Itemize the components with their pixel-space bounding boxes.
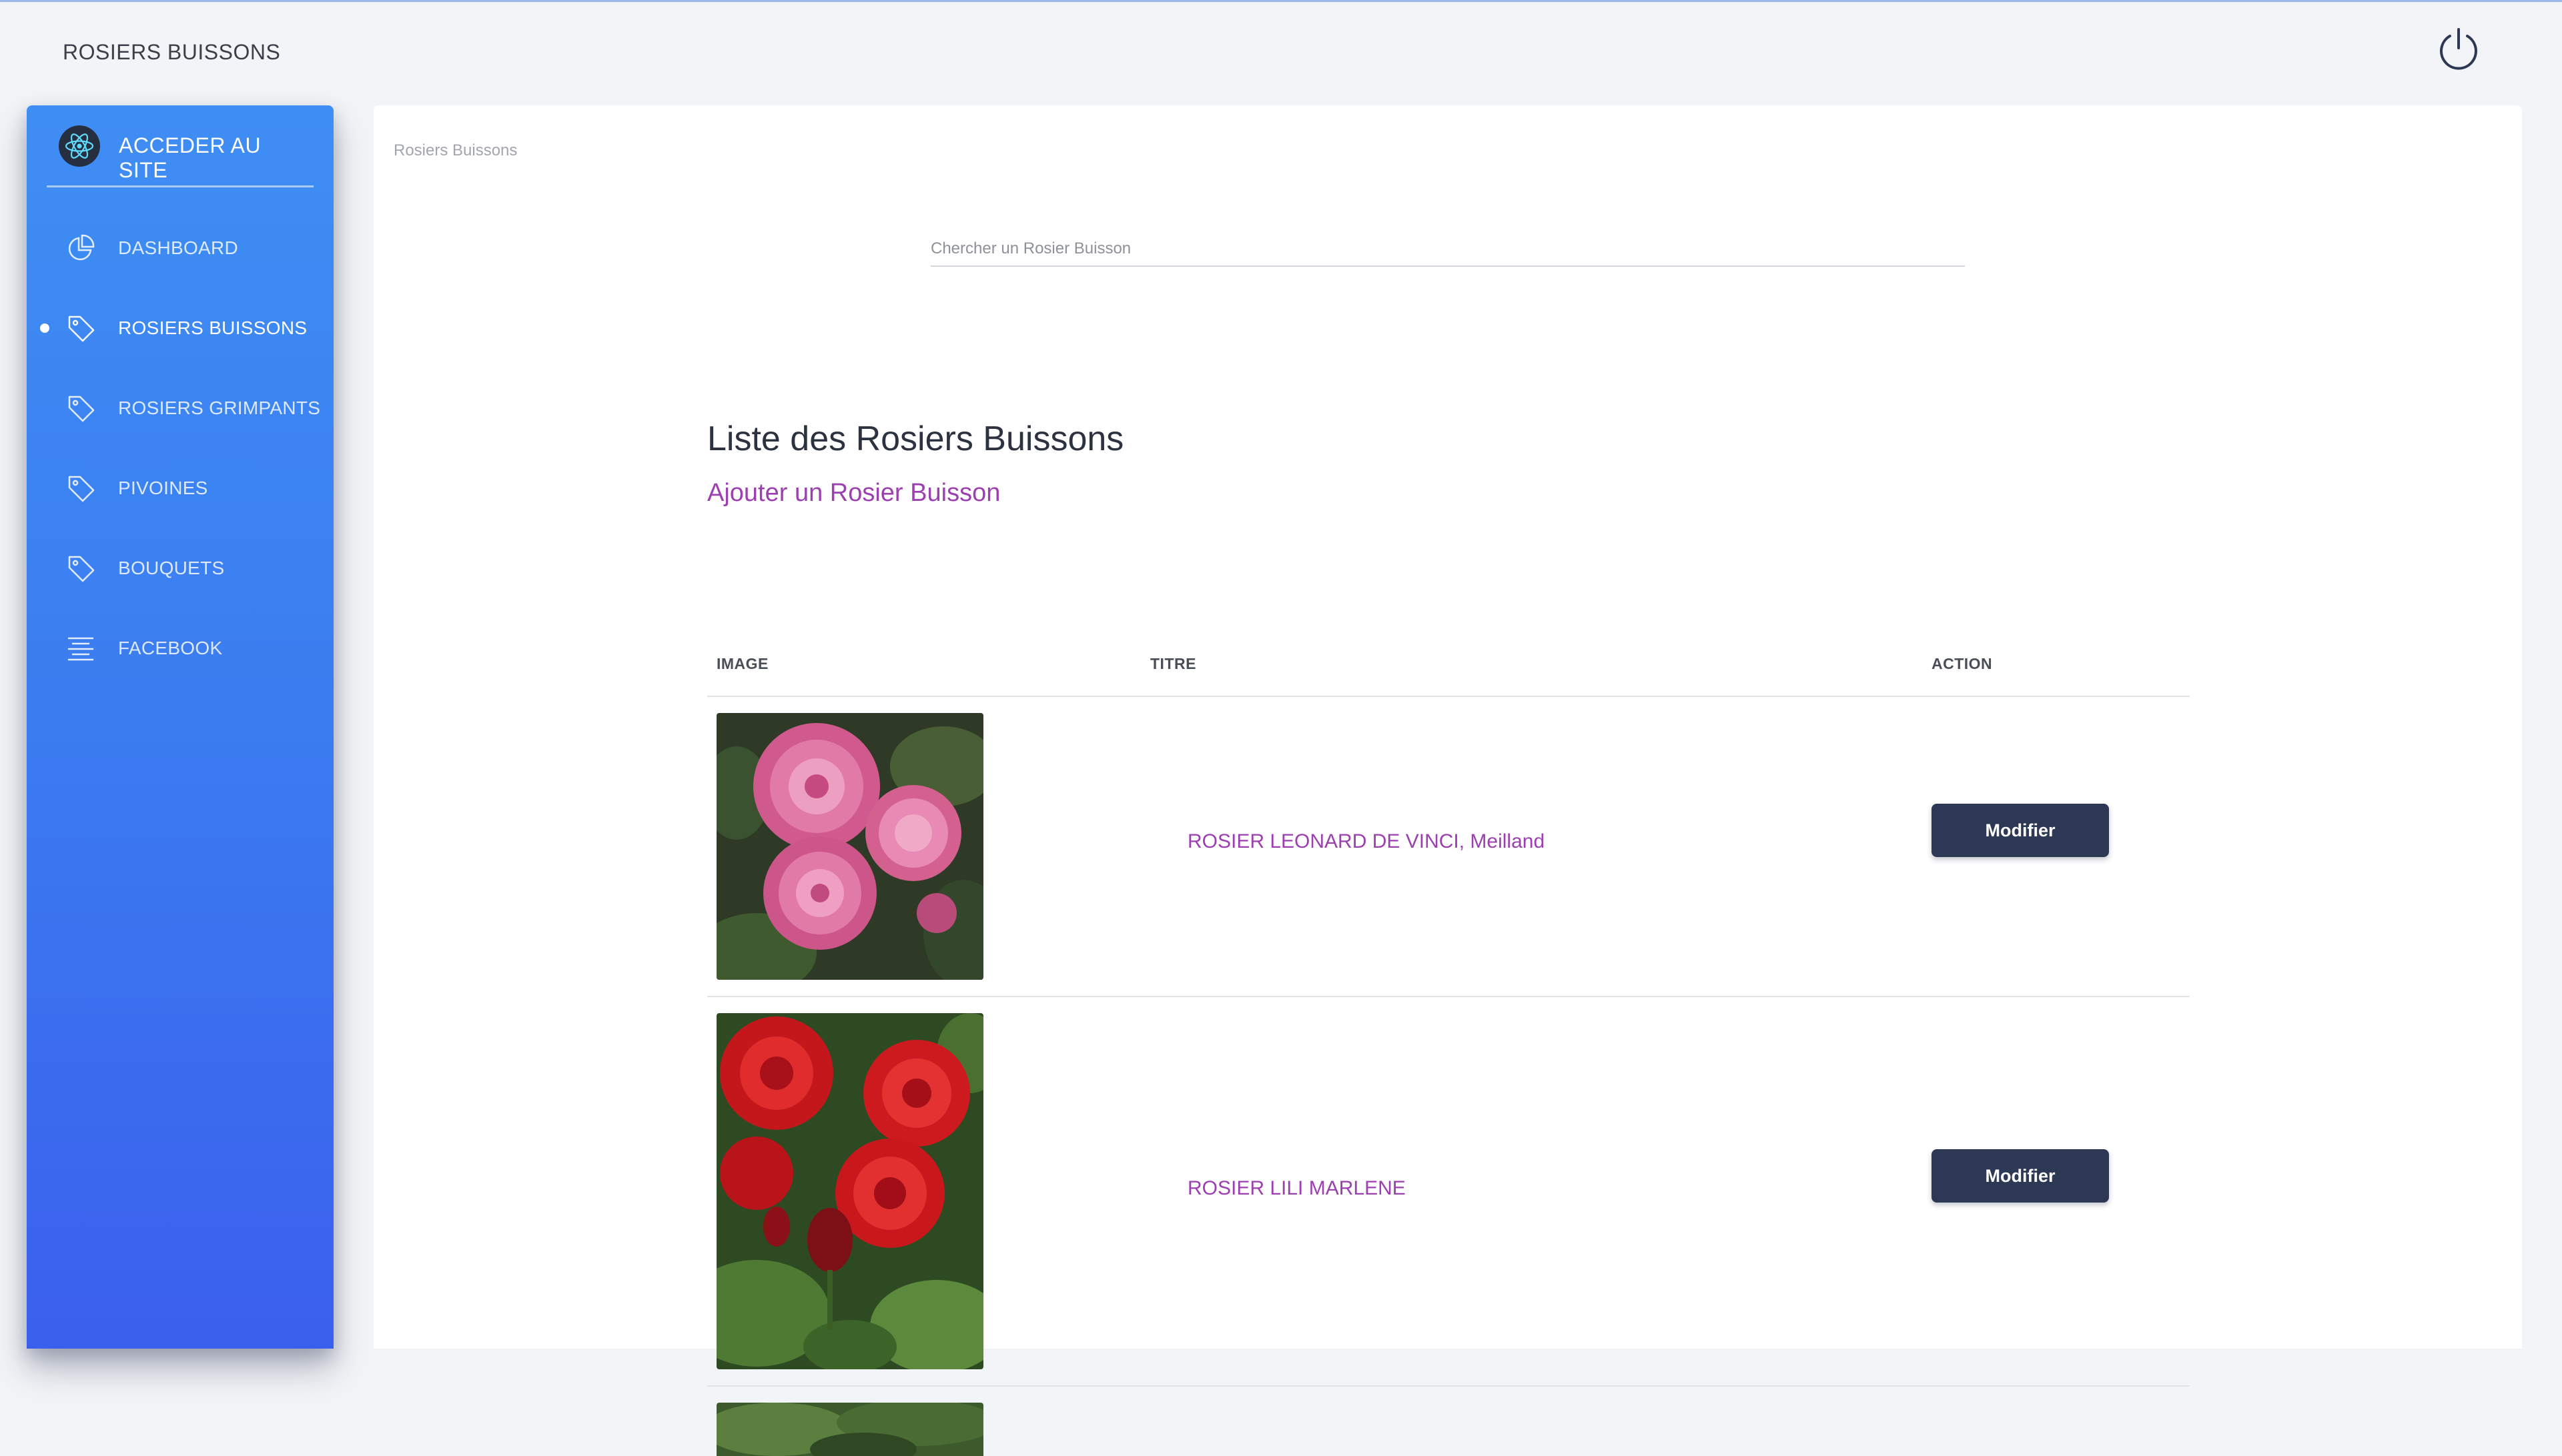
tag-icon	[68, 556, 95, 582]
active-indicator-dot	[40, 323, 49, 333]
sidebar-item-label: ROSIERS GRIMPANTS	[118, 398, 321, 418]
modifier-button[interactable]: Modifier	[1932, 1149, 2109, 1203]
sidebar-item-rosiers-grimpants[interactable]: ROSIERS GRIMPANTS	[27, 382, 334, 435]
breadcrumb[interactable]: Rosiers Buissons	[394, 141, 517, 160]
react-atom-icon	[59, 125, 100, 167]
column-header-titre: TITRE	[1150, 655, 1196, 672]
main-content: Rosiers Buissons Liste des Rosiers Buiss…	[374, 105, 2522, 1456]
row-divider	[707, 1385, 2190, 1387]
sidebar-item-label: FACEBOOK	[118, 638, 223, 658]
sidebar-brand[interactable]: ACCEDER AU SITE	[47, 105, 314, 187]
sidebar-item-label: ROSIERS BUISSONS	[118, 317, 308, 338]
sidebar-item-label: PIVOINES	[118, 478, 208, 498]
green-foliage-photo	[717, 1403, 983, 1456]
red-rose-photo	[717, 1013, 983, 1369]
column-header-image: IMAGE	[717, 655, 769, 672]
tag-icon	[68, 315, 95, 342]
tag-icon	[68, 396, 95, 422]
sidebar-item-rosiers-buissons[interactable]: ROSIERS BUISSONS	[27, 301, 334, 355]
modifier-button[interactable]: Modifier	[1932, 804, 2109, 857]
sidebar: ACCEDER AU SITE DASHBOARD ROSIERS BUISSO…	[27, 105, 334, 1349]
sidebar-item-dashboard[interactable]: DASHBOARD	[27, 221, 334, 275]
row-divider	[707, 996, 2190, 997]
add-rosier-link[interactable]: Ajouter un Rosier Buisson	[707, 479, 1000, 508]
row-title-link[interactable]: ROSIER LEONARD DE VINCI, Meilland	[1188, 830, 1545, 853]
top-accent-line	[0, 0, 2562, 2]
sidebar-item-pivoines[interactable]: PIVOINES	[27, 462, 334, 515]
sidebar-item-facebook[interactable]: FACEBOOK	[27, 622, 334, 675]
sidebar-item-label: BOUQUETS	[118, 558, 225, 578]
search-input[interactable]	[931, 225, 1965, 267]
align-center-icon	[67, 637, 94, 661]
column-header-action: ACTION	[1932, 655, 1993, 672]
table-header-divider	[707, 696, 2190, 697]
sidebar-item-label: DASHBOARD	[118, 237, 239, 258]
pie-chart-icon	[68, 234, 95, 261]
row-title-link[interactable]: ROSIER LILI MARLENE	[1188, 1177, 1406, 1200]
page-title: ROSIERS BUISSONS	[63, 40, 281, 64]
sidebar-item-bouquets[interactable]: BOUQUETS	[27, 542, 334, 595]
tag-icon	[68, 476, 95, 502]
pink-rose-photo	[717, 713, 983, 980]
sidebar-brand-label: ACCEDER AU SITE	[119, 133, 262, 182]
power-icon[interactable]	[2435, 25, 2482, 72]
list-title: Liste des Rosiers Buissons	[707, 420, 1124, 458]
